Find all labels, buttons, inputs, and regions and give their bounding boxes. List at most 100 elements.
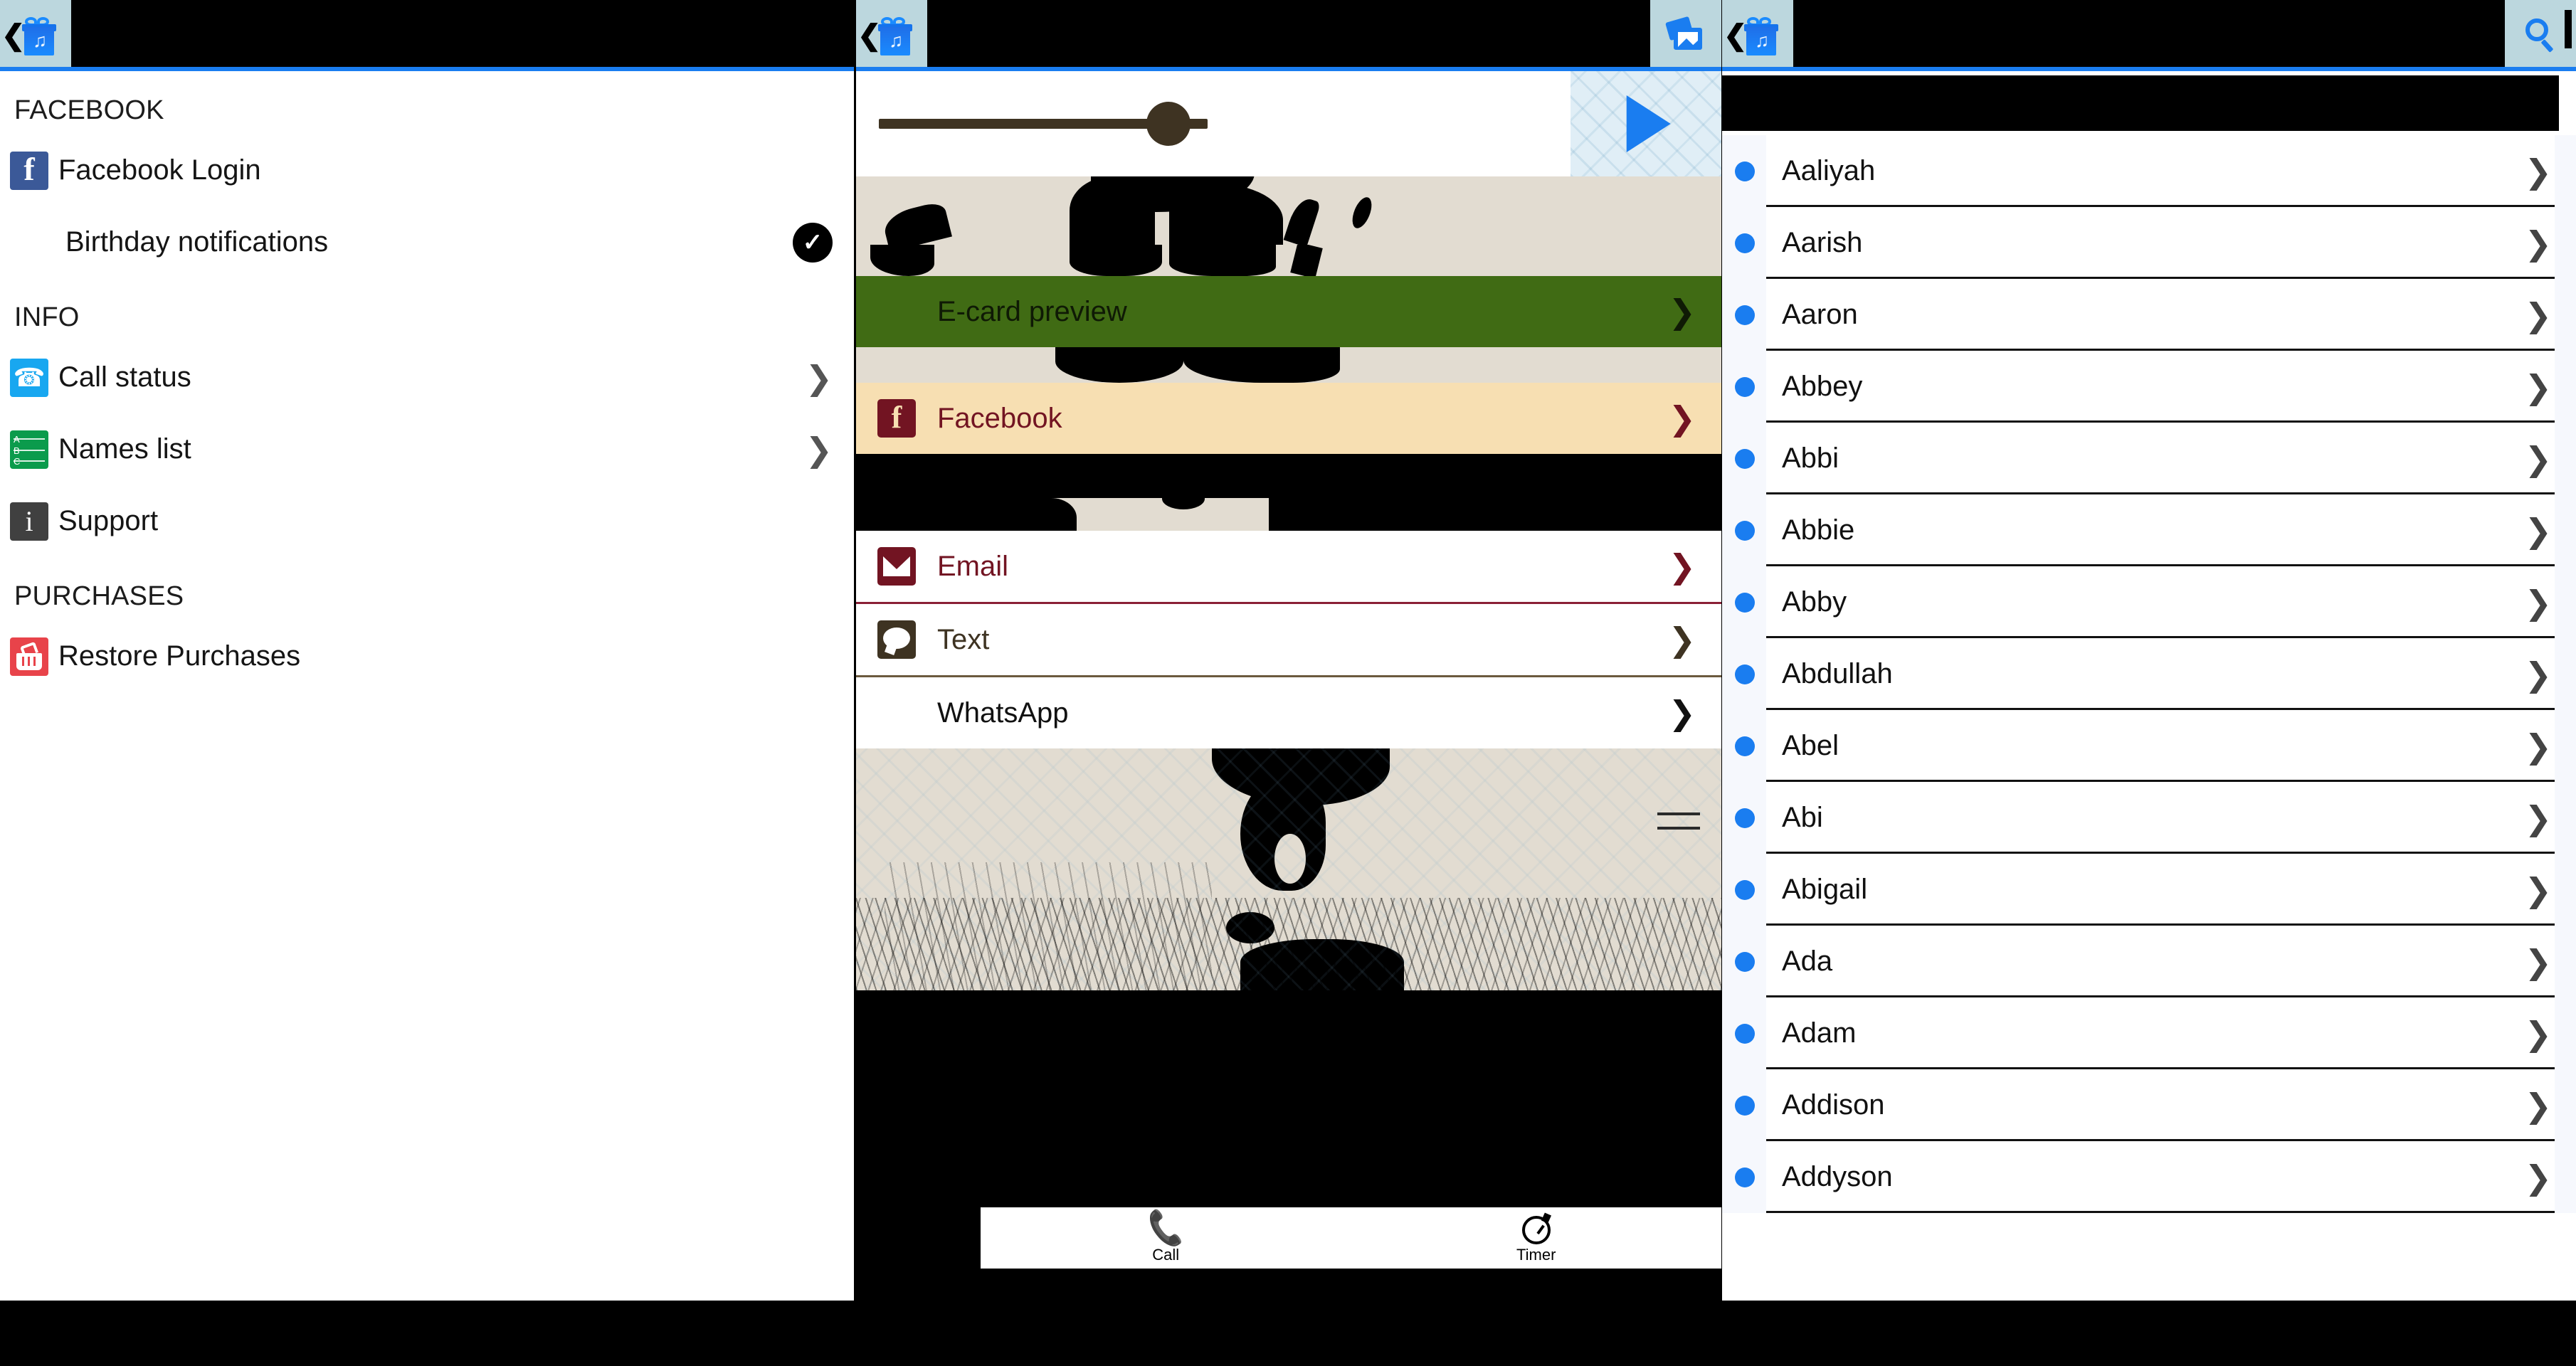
list-item[interactable]: Abel ❯ bbox=[1722, 710, 2576, 782]
row-edge bbox=[2555, 566, 2576, 638]
sidebar-item-label: Birthday notifications bbox=[65, 226, 329, 258]
list-item-label: Abi bbox=[1782, 802, 1823, 833]
sidebar-item-facebook-login[interactable]: f Facebook Login bbox=[0, 134, 854, 206]
card-art-bottom bbox=[856, 748, 1721, 990]
chevron-right-icon: ❯ bbox=[1668, 548, 1696, 585]
list-item-label: Ada bbox=[1782, 946, 1833, 977]
list-item-label: Aaron bbox=[1782, 299, 1858, 330]
list-item-label: Aaliyah bbox=[1782, 155, 1876, 186]
list-item-label: Abbey bbox=[1782, 371, 1863, 402]
back-button-mid[interactable]: ❮ ♫ bbox=[856, 0, 927, 71]
back-button-right[interactable]: ❮ ♫ bbox=[1722, 0, 1793, 71]
row-edge bbox=[2555, 1069, 2576, 1141]
phone-icon-wrap: ☎ bbox=[0, 358, 58, 397]
list-item[interactable]: Aaliyah ❯ bbox=[1722, 135, 2576, 207]
chevron-right-icon: ❯ bbox=[2524, 152, 2552, 190]
list-item-label: Abdullah bbox=[1782, 658, 1893, 689]
list-item[interactable]: Abdullah ❯ bbox=[1722, 638, 2576, 710]
list-item[interactable]: Abbey ❯ bbox=[1722, 351, 2576, 423]
list-item-label: Abbi bbox=[1782, 443, 1839, 474]
left-header-bar: ❮ ♫ bbox=[0, 0, 854, 71]
list-item[interactable]: Addyson ❯ bbox=[1722, 1141, 2576, 1213]
mid-header-title bbox=[927, 0, 1650, 71]
tab-call[interactable]: 📞 Call bbox=[981, 1207, 1351, 1269]
seek-thumb[interactable] bbox=[1146, 102, 1191, 146]
row-edge bbox=[2555, 1141, 2576, 1213]
cart-icon-wrap bbox=[0, 637, 58, 676]
ecard-content: E-card preview ❯ f Facebook ❯ Email ❯ Te… bbox=[856, 71, 1721, 1301]
sidebar-item-support[interactable]: i Support bbox=[0, 485, 854, 557]
list-item[interactable]: Abigail ❯ bbox=[1722, 854, 2576, 926]
facebook-icon-wrap: f bbox=[0, 151, 58, 190]
row-edge bbox=[2555, 638, 2576, 710]
check-icon[interactable]: ✓ bbox=[793, 222, 833, 263]
row-label: WhatsApp bbox=[937, 697, 1069, 729]
list-item[interactable]: Abi ❯ bbox=[1722, 782, 2576, 854]
play-button[interactable] bbox=[1571, 71, 1721, 176]
bullet-icon bbox=[1735, 305, 1755, 325]
tab-timer[interactable]: Timer bbox=[1351, 1207, 1722, 1269]
card-art-mid2 bbox=[856, 498, 1721, 531]
bullet-icon bbox=[1735, 1095, 1755, 1116]
play-icon bbox=[1626, 95, 1671, 152]
sidebar-item-label: Restore Purchases bbox=[58, 640, 301, 672]
sidebar-item-label: Support bbox=[58, 505, 159, 536]
tab-label: Timer bbox=[1516, 1246, 1556, 1264]
scrollbar-thumb[interactable] bbox=[2565, 10, 2572, 48]
row-label: Email bbox=[937, 550, 1009, 582]
ecard-panel: ❮ ♫ E-card preview ❯ f Facebook ❯ Email … bbox=[856, 0, 1721, 1301]
row-edge bbox=[2555, 710, 2576, 782]
bullet-icon bbox=[1735, 161, 1755, 181]
search-icon bbox=[2523, 17, 2558, 54]
cards-button[interactable] bbox=[1650, 0, 1721, 71]
phone-icon: 📞 bbox=[1144, 1208, 1188, 1249]
cart-icon bbox=[10, 637, 48, 676]
share-text-row[interactable]: Text ❯ bbox=[856, 604, 1721, 675]
right-header-bar: ❮ ♫ bbox=[1722, 0, 2576, 71]
list-item[interactable]: Addison ❯ bbox=[1722, 1069, 2576, 1141]
chevron-right-icon: ❯ bbox=[2524, 727, 2552, 765]
facebook-icon: f bbox=[877, 399, 916, 438]
left-header-title bbox=[71, 0, 854, 71]
sidebar-item-call-status[interactable]: ☎ Call status ❯ bbox=[0, 342, 854, 413]
abc-list-icon-wrap: A B C bbox=[0, 430, 58, 469]
row-label: Facebook bbox=[937, 402, 1062, 434]
names-list-panel: ❮ ♫ Aaliyah ❯ Aarish ❯ Aaron ❯ Abbey ❯ Abbi ❯ Abbi… bbox=[1722, 0, 2576, 1301]
list-item-label: Addyson bbox=[1782, 1161, 1893, 1192]
bullet-icon bbox=[1735, 736, 1755, 756]
chevron-right-icon: ❯ bbox=[2524, 1015, 2552, 1052]
gift-music-icon: ♫ bbox=[17, 16, 56, 55]
list-item[interactable]: Aarish ❯ bbox=[1722, 207, 2576, 279]
list-item[interactable]: Abbie ❯ bbox=[1722, 494, 2576, 566]
sidebar-item-names-list[interactable]: A B C Names list ❯ bbox=[0, 413, 854, 485]
sidebar-item-restore-purchases[interactable]: Restore Purchases bbox=[0, 620, 854, 692]
share-whatsapp-row[interactable]: WhatsApp ❯ bbox=[856, 677, 1721, 748]
bullet-icon bbox=[1735, 1023, 1755, 1044]
gift-music-icon: ♫ bbox=[873, 16, 912, 55]
sidebar-item-birthday-notifications[interactable]: Birthday notifications ✓ bbox=[0, 206, 854, 278]
list-item[interactable]: Adam ❯ bbox=[1722, 997, 2576, 1069]
search-input[interactable] bbox=[1722, 75, 2559, 131]
list-item[interactable]: Abbi ❯ bbox=[1722, 423, 2576, 494]
bullet-icon bbox=[1735, 520, 1755, 541]
share-facebook-row[interactable]: f Facebook ❯ bbox=[856, 383, 1721, 454]
names-list[interactable]: Aaliyah ❯ Aarish ❯ Aaron ❯ Abbey ❯ Abbi ❯ Abbie ❯ Ab… bbox=[1722, 135, 2576, 1235]
back-button-left[interactable]: ❮ ♫ bbox=[0, 0, 71, 71]
list-item-label: Abel bbox=[1782, 730, 1839, 761]
cards-icon bbox=[1665, 16, 1704, 52]
row-edge bbox=[2555, 351, 2576, 423]
bullet-icon bbox=[1735, 448, 1755, 469]
row-edge bbox=[2555, 854, 2576, 926]
list-item-label: Abby bbox=[1782, 586, 1847, 618]
row-label: E-card preview bbox=[937, 295, 1127, 327]
list-item[interactable]: Ada ❯ bbox=[1722, 926, 2576, 997]
list-item-label: Abigail bbox=[1782, 874, 1868, 905]
list-item[interactable]: Abby ❯ bbox=[1722, 566, 2576, 638]
share-email-row[interactable]: Email ❯ bbox=[856, 531, 1721, 602]
chevron-right-icon: ❯ bbox=[2524, 655, 2552, 693]
row-edge bbox=[2555, 135, 2576, 207]
right-header-title bbox=[1793, 0, 2505, 71]
list-item[interactable]: Aaron ❯ bbox=[1722, 279, 2576, 351]
mid-header-bar: ❮ ♫ bbox=[856, 0, 1721, 71]
ecard-preview-row[interactable]: E-card preview ❯ bbox=[856, 276, 1721, 347]
